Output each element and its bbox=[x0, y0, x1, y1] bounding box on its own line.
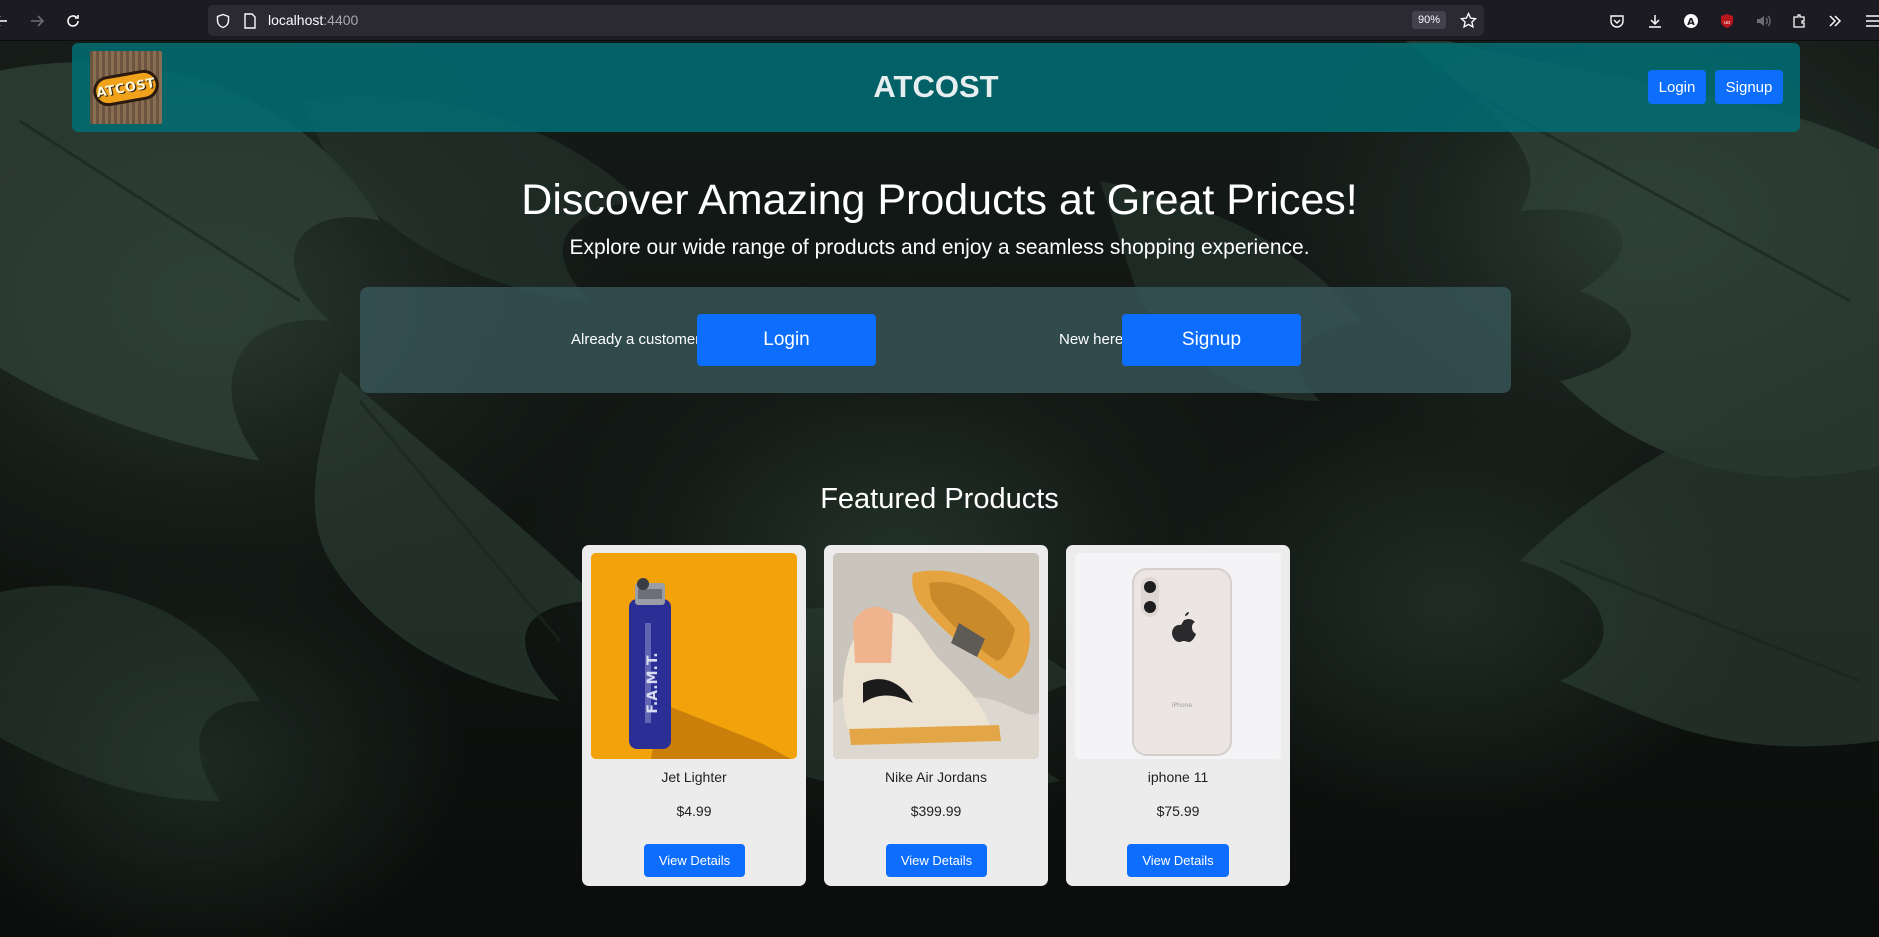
view-details-button[interactable]: View Details bbox=[644, 844, 745, 877]
url-text[interactable]: localhost:4400 bbox=[268, 12, 358, 28]
reload-icon[interactable] bbox=[58, 6, 88, 36]
overflow-chevrons-icon[interactable] bbox=[1824, 10, 1846, 32]
brand-title: ATCOST bbox=[873, 69, 999, 104]
url-port: :4400 bbox=[323, 12, 359, 28]
cta-panel: Already a customer Login New here Signup bbox=[360, 287, 1511, 393]
svg-text:F.A.M.T.: F.A.M.T. bbox=[645, 652, 661, 713]
ublock-icon[interactable]: uo bbox=[1716, 10, 1738, 32]
page-icon[interactable] bbox=[243, 13, 257, 34]
hero-signup-button[interactable]: Signup bbox=[1122, 314, 1301, 366]
product-name: iphone 11 bbox=[1147, 769, 1209, 785]
hero-subtitle: Explore our wide range of products and e… bbox=[569, 236, 1310, 259]
pocket-icon[interactable] bbox=[1606, 10, 1628, 32]
svg-text:A: A bbox=[1687, 17, 1695, 28]
site-navbar: ATCOST ATCOST Login Signup bbox=[72, 43, 1800, 132]
zoom-indicator[interactable]: 90% bbox=[1411, 11, 1446, 29]
product-card: Nike Air Jordans $399.99 View Details bbox=[824, 545, 1048, 886]
product-card: F.A.M.T. Jet Lighter $4.99 View Details bbox=[582, 545, 806, 886]
url-host: localhost bbox=[268, 12, 324, 28]
extensions-icon[interactable] bbox=[1788, 10, 1810, 32]
navbar-signup-button[interactable]: Signup bbox=[1715, 70, 1783, 104]
svg-text:uo: uo bbox=[1724, 20, 1730, 26]
hero-title: Discover Amazing Products at Great Price… bbox=[521, 176, 1358, 224]
product-card: iPhone iphone 11 $75.99 View Details bbox=[1066, 545, 1290, 886]
bookmark-star-icon[interactable] bbox=[1459, 11, 1478, 34]
product-price: $75.99 bbox=[1156, 803, 1200, 819]
account-icon[interactable]: A bbox=[1680, 10, 1702, 32]
forward-icon[interactable] bbox=[22, 6, 52, 36]
menu-icon[interactable] bbox=[1862, 10, 1879, 32]
view-details-button[interactable]: View Details bbox=[1127, 844, 1229, 877]
shield-icon[interactable] bbox=[215, 13, 231, 34]
featured-products-title: Featured Products bbox=[820, 483, 1059, 515]
product-image-iphone[interactable]: iPhone bbox=[1075, 553, 1281, 759]
address-bar[interactable]: localhost:4400 90% bbox=[208, 5, 1484, 36]
new-here-label: New here bbox=[1059, 331, 1124, 348]
browser-toolbar: localhost:4400 90% A uo bbox=[0, 0, 1879, 41]
product-image-lighter[interactable]: F.A.M.T. bbox=[591, 553, 797, 759]
product-image-sneakers[interactable] bbox=[833, 553, 1039, 759]
product-price: $4.99 bbox=[676, 803, 712, 819]
product-name: Nike Air Jordans bbox=[885, 769, 987, 785]
hero-login-button[interactable]: Login bbox=[697, 314, 876, 366]
back-icon[interactable] bbox=[0, 6, 16, 36]
svg-text:iPhone: iPhone bbox=[1172, 702, 1193, 709]
customer-label: Already a customer bbox=[571, 331, 701, 348]
view-details-button[interactable]: View Details bbox=[886, 844, 987, 877]
product-price: $399.99 bbox=[910, 803, 962, 819]
navbar-login-button[interactable]: Login bbox=[1648, 70, 1706, 104]
product-name: Jet Lighter bbox=[661, 769, 727, 785]
page-background: ATCOST ATCOST Login Signup Discover Amaz… bbox=[0, 41, 1879, 937]
speaker-icon[interactable] bbox=[1752, 10, 1774, 32]
download-icon[interactable] bbox=[1644, 10, 1666, 32]
